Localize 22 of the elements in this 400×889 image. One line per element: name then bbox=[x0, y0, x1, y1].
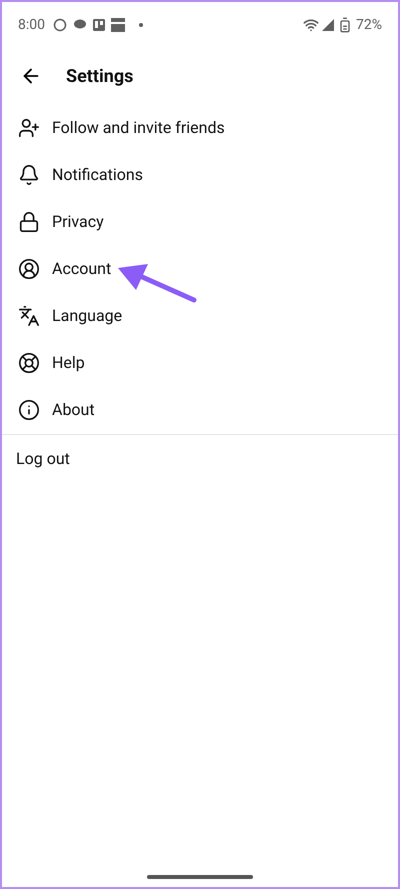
page-title: Settings bbox=[66, 64, 134, 88]
settings-item[interactable]: Privacy bbox=[2, 198, 398, 245]
battery-percent: 72% bbox=[356, 16, 382, 34]
translate-icon bbox=[18, 304, 40, 326]
lifebuoy-icon bbox=[18, 352, 40, 374]
status-time: 8:00 bbox=[18, 16, 45, 34]
wifi-icon bbox=[303, 17, 319, 33]
dot-icon bbox=[139, 23, 143, 27]
bell-icon bbox=[18, 164, 40, 186]
settings-item[interactable]: About bbox=[2, 386, 398, 433]
signal-icon bbox=[322, 19, 334, 31]
settings-item[interactable]: Account bbox=[2, 245, 398, 292]
settings-item[interactable]: Language bbox=[2, 292, 398, 339]
user-circle-icon bbox=[18, 258, 40, 280]
person-plus-icon bbox=[18, 116, 40, 138]
settings-item[interactable]: Follow and invite friends bbox=[2, 104, 398, 151]
settings-item[interactable]: Notifications bbox=[2, 151, 398, 198]
info-icon bbox=[18, 398, 40, 420]
lock-icon bbox=[18, 210, 40, 232]
board-icon bbox=[93, 19, 105, 31]
logout-button[interactable]: Log out bbox=[2, 435, 398, 483]
settings-item[interactable]: Help bbox=[2, 339, 398, 386]
